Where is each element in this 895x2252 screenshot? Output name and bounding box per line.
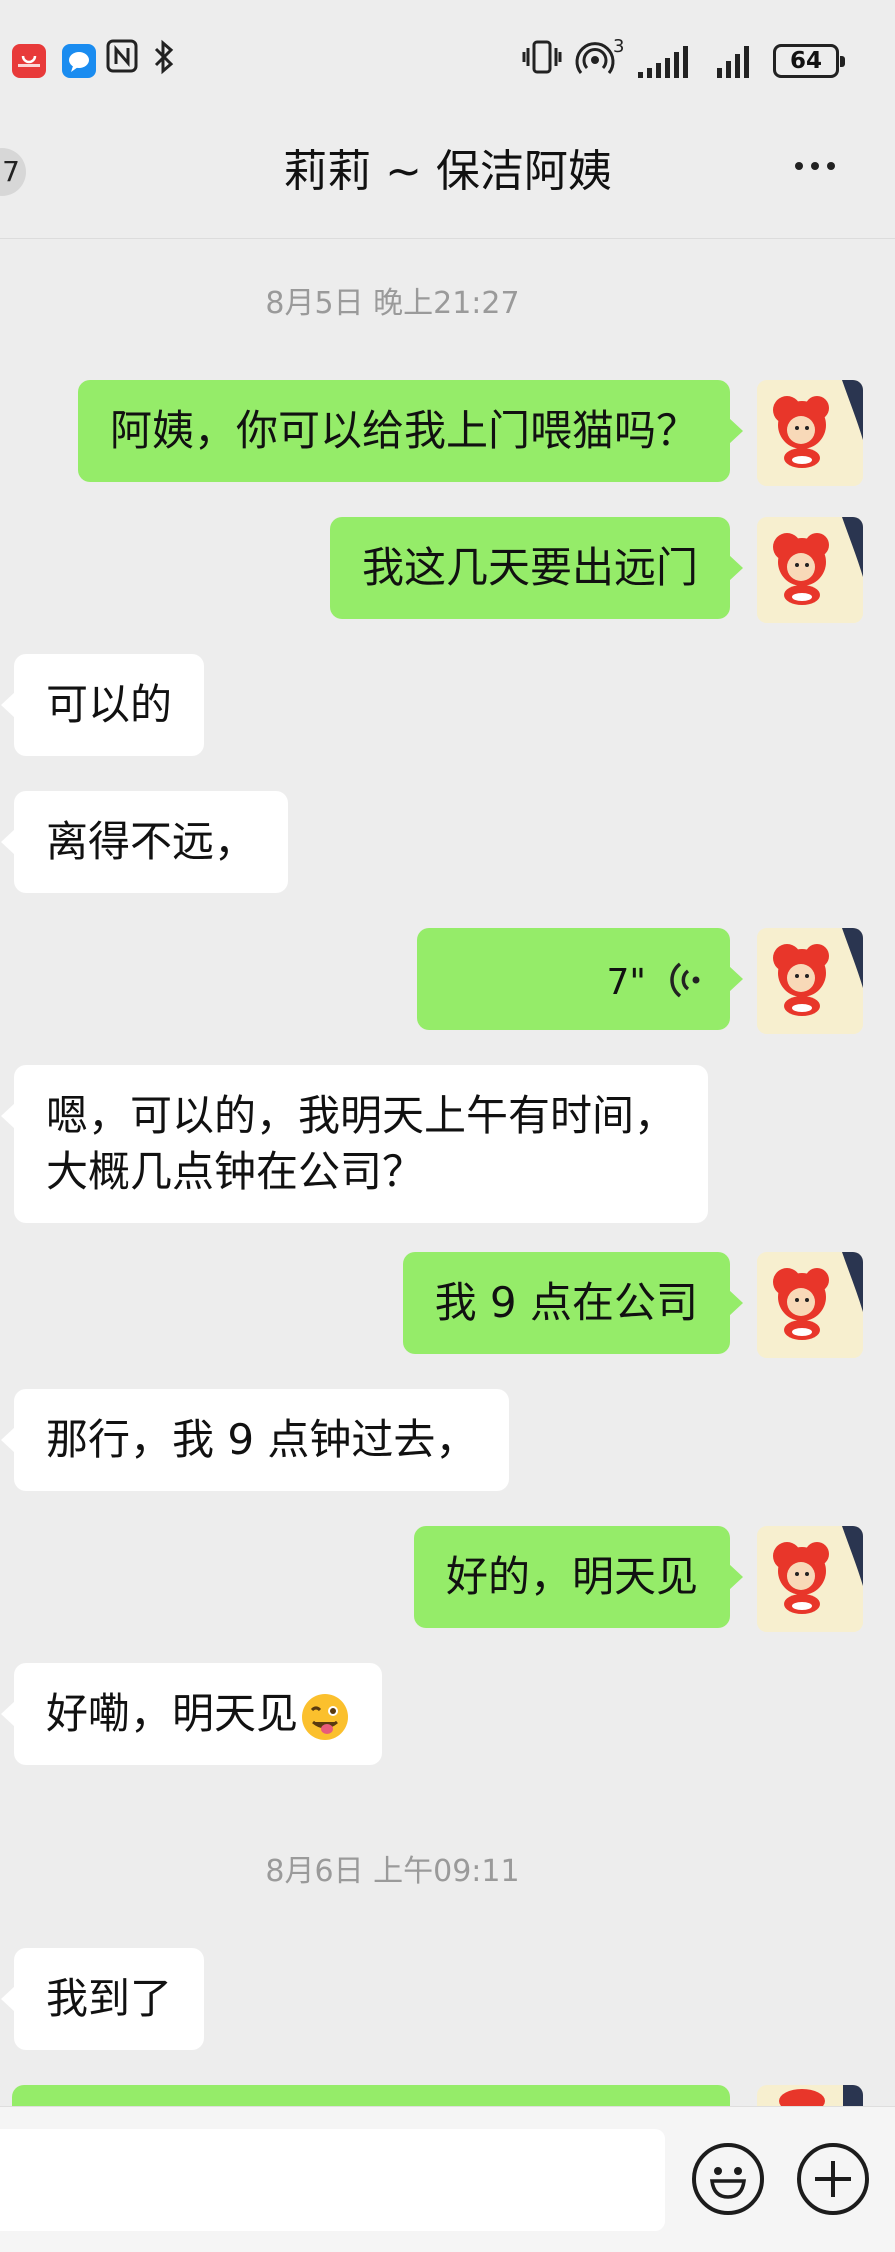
plus-icon[interactable] [797,2143,869,2215]
message-text-line: 大概几点钟在公司？ [46,1147,425,1196]
message-bubble-sent[interactable]: 好的，明天见 [413,1526,744,1628]
status-bar: 3 64 [0,0,895,120]
message-bubble-sent-partial[interactable] [12,2085,730,2106]
timestamp: 8月6日 上午09:11 [265,1854,520,1889]
message-text: 离得不远， [46,817,257,866]
voice-wave-icon [668,958,704,998]
avatar[interactable] [757,928,863,1034]
message-input[interactable] [0,2129,665,2231]
message-bubble-received[interactable]: 我到了 [0,1948,205,2050]
vibrate-icon [522,38,562,87]
message-bubble-sent[interactable]: 我这几天要出远门 [329,517,744,619]
message-text: 好嘞，明天见 [46,1689,299,1738]
signal-icon [638,44,688,78]
hotspot-count: 3 [613,36,625,57]
input-bar [0,2106,895,2252]
signal-icon [717,44,749,78]
timestamp: 8月5日 晚上21:27 [265,286,520,321]
message-text-line: 嗯，可以的，我明天上午有时间， [46,1091,677,1140]
message-bubble-received[interactable]: 离得不远， [0,791,289,893]
hotspot-icon [574,38,616,87]
message-text: 我 9 点在公司 [434,1278,698,1327]
message-bubble-received[interactable]: 好嘞，明天见 [0,1663,383,1765]
bluetooth-icon [152,38,176,87]
message-bubble-received[interactable]: 可以的 [0,654,205,756]
avatar[interactable] [757,380,863,486]
message-text: 可以的 [46,680,173,729]
avatar-partial[interactable] [757,2085,863,2106]
smiley-icon[interactable] [692,2143,764,2215]
message-text: 阿姨，你可以给我上门喂猫吗？ [109,406,698,455]
chat-title: 莉莉 ~ 保洁阿姨 [283,146,612,197]
battery-icon: 64 [773,44,845,78]
huawei-appgallery-icon [12,44,46,78]
chat-header: 7 莉莉 ~ 保洁阿姨 [0,120,895,239]
message-bubble-sent[interactable]: 阿姨，你可以给我上门喂猫吗？ [77,380,744,482]
nfc-icon [106,38,138,85]
voice-message-bubble[interactable]: 7" [417,928,743,1030]
more-dots-icon[interactable] [795,162,835,170]
message-bubble-sent[interactable]: 我 9 点在公司 [402,1252,744,1354]
message-text: 我到了 [46,1974,173,2023]
message-bubble-received[interactable]: 嗯，可以的，我明天上午有时间， 大概几点钟在公司？ [0,1065,709,1223]
avatar[interactable] [757,517,863,623]
message-text: 那行，我 9 点钟过去， [46,1415,478,1464]
message-bubble-received[interactable]: 那行，我 9 点钟过去， [0,1389,510,1491]
winking-face-tongue-emoji [300,1692,350,1742]
message-text: 我这几天要出远门 [361,543,698,592]
message-text: 好的，明天见 [445,1552,698,1601]
avatar[interactable] [757,1526,863,1632]
message-app-icon [62,44,96,78]
voice-duration: 7" [606,962,646,1003]
avatar[interactable] [757,1252,863,1358]
